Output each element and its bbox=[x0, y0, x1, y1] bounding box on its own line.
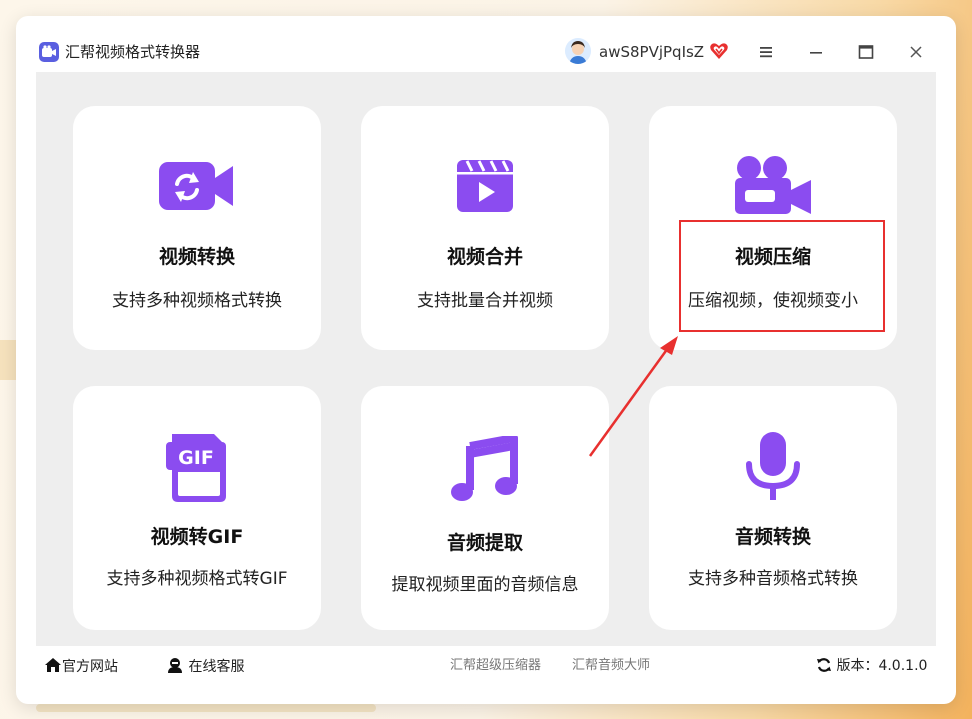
card-title: 音频转换 bbox=[734, 526, 811, 548]
maximize-icon[interactable] bbox=[856, 42, 876, 62]
gif-label: GIF bbox=[178, 447, 214, 469]
close-icon[interactable] bbox=[906, 42, 926, 62]
card-video-convert[interactable]: 视频转换 支持多种视频格式转换 bbox=[73, 106, 321, 350]
online-support-label: 在线客服 bbox=[188, 659, 245, 675]
app-title: 汇帮视频格式转换器 bbox=[65, 43, 201, 61]
clapperboard-icon bbox=[455, 156, 515, 220]
footer-bar: 官方网站 在线客服 汇帮超级压缩器 汇帮音频大师 版本：4.0.1.0 bbox=[36, 646, 936, 686]
microphone-icon bbox=[743, 430, 803, 508]
home-icon bbox=[45, 658, 61, 672]
version-label: 版本： bbox=[836, 658, 879, 674]
version-number: 4.0.1.0 bbox=[878, 658, 928, 674]
app-window: 汇帮视频格式转换器 awS8PVjPqIsZ 视频转换 支持多种视频格式转换 视… bbox=[16, 16, 956, 704]
title-bar: 汇帮视频格式转换器 awS8PVjPqIsZ bbox=[16, 16, 956, 72]
music-note-icon bbox=[450, 434, 520, 506]
card-title: 音频提取 bbox=[446, 532, 523, 554]
version-info[interactable]: 版本：4.0.1.0 bbox=[816, 657, 927, 675]
minimize-icon[interactable] bbox=[806, 42, 826, 62]
card-title: 视频转换 bbox=[158, 246, 235, 268]
vip-heart-icon[interactable] bbox=[709, 41, 729, 65]
video-convert-icon bbox=[157, 158, 237, 218]
card-audio-extract[interactable]: 音频提取 提取视频里面的音频信息 bbox=[361, 386, 609, 630]
user-avatar-icon[interactable] bbox=[565, 38, 591, 64]
app-logo-icon bbox=[39, 42, 59, 62]
card-desc: 支持多种视频格式转换 bbox=[112, 291, 282, 311]
card-video-merge[interactable]: 视频合并 支持批量合并视频 bbox=[361, 106, 609, 350]
official-website-link[interactable]: 官方网站 bbox=[44, 657, 118, 676]
card-desc: 提取视频里面的音频信息 bbox=[391, 575, 579, 595]
feature-panel: 视频转换 支持多种视频格式转换 视频合并 支持批量合并视频 视频压缩 压缩视频，… bbox=[36, 72, 936, 646]
card-desc: 支持多种音频格式转换 bbox=[688, 569, 858, 589]
link-super-compressor[interactable]: 汇帮超级压缩器 bbox=[450, 657, 541, 675]
card-desc: 支持批量合并视频 bbox=[417, 291, 553, 311]
video-camera-icon bbox=[731, 154, 815, 222]
card-video-to-gif[interactable]: GIF 视频转GIF 支持多种视频格式转GIF bbox=[73, 386, 321, 630]
official-website-label: 官方网站 bbox=[62, 659, 118, 675]
card-title: 视频转GIF bbox=[150, 526, 244, 548]
refresh-icon bbox=[817, 658, 831, 672]
card-title: 视频合并 bbox=[446, 246, 523, 268]
card-audio-convert[interactable]: 音频转换 支持多种音频格式转换 bbox=[649, 386, 897, 630]
highlight-box bbox=[679, 220, 885, 332]
support-agent-icon bbox=[168, 658, 182, 673]
gif-file-icon: GIF bbox=[164, 432, 230, 508]
online-support-link[interactable]: 在线客服 bbox=[166, 657, 244, 676]
username[interactable]: awS8PVjPqIsZ bbox=[599, 42, 704, 62]
background-strip bbox=[36, 704, 376, 712]
card-desc: 支持多种视频格式转GIF bbox=[106, 569, 288, 589]
menu-icon[interactable] bbox=[756, 42, 776, 62]
link-audio-master[interactable]: 汇帮音频大师 bbox=[572, 657, 650, 675]
